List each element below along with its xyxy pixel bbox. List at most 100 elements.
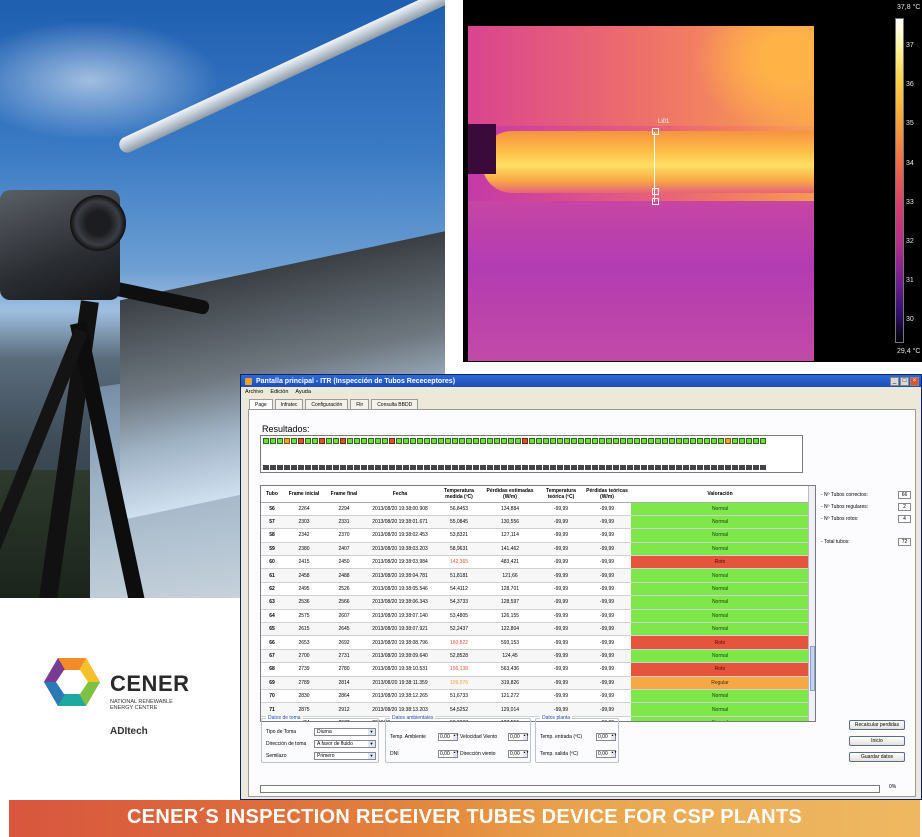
table-row[interactable]: 60 2415 2450 2013/08/20 19:38:03.984 142,365… bbox=[261, 555, 809, 570]
dni-input[interactable]: 0,00 ▲▼ bbox=[438, 750, 459, 758]
temp-salida-input[interactable]: 0,00 ▲▼ bbox=[596, 750, 617, 758]
table-row[interactable]: 71 2875 2912 2013/08/20 19:38:13.203 54,5252… bbox=[261, 702, 809, 717]
col-header[interactable]: Frame inicial bbox=[283, 486, 325, 503]
menu-archivo[interactable]: Archivo bbox=[245, 389, 263, 395]
col-header[interactable]: Fecha bbox=[363, 486, 437, 503]
table-row[interactable]: 59 2380 2407 2013/08/20 19:38:03.203 58,9631… bbox=[261, 542, 809, 557]
tube-status-strip bbox=[260, 435, 803, 473]
col-header[interactable]: Valoración bbox=[631, 486, 809, 503]
tube-tick bbox=[473, 465, 479, 470]
stat-regulares: - Nº Tubos regulares: 2 bbox=[821, 502, 911, 511]
stat-value: 4 bbox=[898, 514, 911, 523]
valoracion-cell: Normal bbox=[631, 609, 809, 624]
tube-tick bbox=[669, 465, 675, 470]
col-header[interactable]: Temperatura medida (ºC) bbox=[437, 486, 481, 503]
tipo-toma-select[interactable]: Diurna ▼ bbox=[314, 728, 376, 736]
temp-ambiente-input[interactable]: 0,00 ▲▼ bbox=[438, 733, 459, 741]
tube-tick bbox=[445, 465, 451, 470]
table-row[interactable]: 56 2264 2294 2013/08/20 19:38:00.908 56,8453… bbox=[261, 502, 809, 516]
valoracion-cell: Normal bbox=[631, 689, 809, 704]
tube-tick bbox=[697, 465, 703, 470]
close-button[interactable]: × bbox=[910, 376, 919, 386]
table-cell: 56,8453 bbox=[437, 502, 481, 516]
tube-status-cell bbox=[543, 438, 549, 444]
velocidad-viento-input[interactable]: 0,00 ▲▼ bbox=[508, 733, 529, 741]
tube-status-cell bbox=[326, 438, 332, 444]
tube-tick bbox=[592, 465, 598, 470]
table-row[interactable]: 66 2653 2692 2013/08/20 19:38:08.796 160,822… bbox=[261, 635, 809, 650]
tab-configuracion[interactable]: Configuración bbox=[305, 399, 349, 409]
table-cell: -99,99 bbox=[539, 676, 583, 690]
tube-status-cell bbox=[536, 438, 542, 444]
guardar-button[interactable]: Guardar datos bbox=[849, 752, 905, 762]
scrollbar-thumb[interactable] bbox=[810, 646, 815, 691]
table-row[interactable]: 69 2789 2814 2013/08/20 19:38:11.359 109,076… bbox=[261, 676, 809, 690]
direccion-toma-select[interactable]: A favor de fluido ▼ bbox=[314, 740, 376, 748]
cener-subtitle: ENERGY CENTRE bbox=[110, 705, 158, 711]
tab-flir[interactable]: Flir bbox=[350, 399, 370, 409]
table-cell: 2331 bbox=[325, 515, 363, 530]
menu-ayuda[interactable]: Ayuda bbox=[295, 389, 311, 395]
spinner-icon[interactable]: ▲▼ bbox=[453, 751, 459, 757]
table-cell: 2013/08/20 19:38:02.453 bbox=[363, 528, 437, 543]
spinner-icon[interactable]: ▲▼ bbox=[523, 751, 529, 757]
table-row[interactable]: 65 2615 2645 2013/08/20 19:38:07.921 52,2437… bbox=[261, 622, 809, 637]
inicio-button[interactable]: Inicio bbox=[849, 736, 905, 746]
col-header[interactable]: Frame final bbox=[325, 486, 363, 503]
direccion-viento-input[interactable]: 0,00 ▲▼ bbox=[508, 750, 529, 758]
tube-status-cell bbox=[445, 438, 451, 444]
maximize-button[interactable]: □ bbox=[900, 376, 909, 386]
tube-tick bbox=[494, 465, 500, 470]
title-bar: Pantalla principal - ITR (Inspección de … bbox=[241, 375, 921, 387]
tube-status-cell bbox=[494, 438, 500, 444]
tab-consulta-bbdd[interactable]: Consulta BBDD bbox=[371, 399, 419, 409]
table-cell: 2739 bbox=[283, 662, 325, 677]
scale-tick: 32 bbox=[906, 238, 914, 245]
spinner-icon[interactable]: ▲▼ bbox=[523, 734, 529, 740]
app-window: Pantalla principal - ITR (Inspección de … bbox=[240, 374, 922, 800]
table-row[interactable]: 61 2458 2488 2013/08/20 19:38:04.781 51,8181… bbox=[261, 568, 809, 583]
menu-edicion[interactable]: Edición bbox=[270, 389, 288, 395]
table-row[interactable]: 62 2495 2526 2013/08/20 19:38:05.546 54,4112… bbox=[261, 582, 809, 597]
tube-tick bbox=[690, 465, 696, 470]
table-scrollbar[interactable] bbox=[808, 486, 815, 721]
tab-infratec[interactable]: Infratec bbox=[274, 399, 304, 409]
table-row[interactable]: 63 2536 2566 2013/08/20 19:38:06.343 54,3733… bbox=[261, 595, 809, 610]
col-header[interactable]: Temperatura teórica (ºC) bbox=[539, 486, 583, 503]
tube-tick bbox=[704, 465, 710, 470]
table-cell: 128,597 bbox=[481, 595, 539, 610]
recalcular-button[interactable]: Recalcular perdidas bbox=[849, 720, 905, 730]
results-table[interactable]: Tubo Frame inicial Frame final Fecha Tem… bbox=[260, 485, 816, 722]
tube-status-cell bbox=[284, 438, 290, 444]
table-row[interactable]: 64 2575 2607 2013/08/20 19:38:07.140 53,4805… bbox=[261, 609, 809, 624]
spinner-icon[interactable]: ▲▼ bbox=[611, 751, 617, 757]
tube-tick bbox=[375, 465, 381, 470]
tab-page[interactable]: Page bbox=[249, 399, 273, 409]
tube-tick bbox=[634, 465, 640, 470]
tube-status-cell bbox=[347, 438, 353, 444]
spinner-icon[interactable]: ▲▼ bbox=[453, 734, 459, 740]
col-header[interactable]: Tubo bbox=[261, 486, 283, 503]
table-row[interactable]: 70 2830 2864 2013/08/20 19:38:12.265 51,6733… bbox=[261, 689, 809, 704]
temp-entrada-input[interactable]: 0,00 ▲▼ bbox=[596, 733, 617, 741]
table-cell: -99,99 bbox=[539, 515, 583, 530]
table-cell: 2615 bbox=[283, 622, 325, 637]
table-row[interactable]: 68 2739 2780 2013/08/20 19:38:10.531 156,138… bbox=[261, 662, 809, 677]
col-header[interactable]: Pérdidas teóricas (W/m) bbox=[583, 486, 631, 503]
table-row[interactable]: 57 2303 2331 2013/08/20 19:38:01.671 55,0845… bbox=[261, 515, 809, 530]
tube-tick bbox=[585, 465, 591, 470]
table-row[interactable]: 67 2700 2731 2013/08/20 19:38:09.640 52,8528… bbox=[261, 649, 809, 664]
spinner-icon[interactable]: ▲▼ bbox=[611, 734, 617, 740]
table-row[interactable]: 58 2342 2370 2013/08/20 19:38:02.453 53,8321… bbox=[261, 528, 809, 543]
table-cell: 2780 bbox=[325, 662, 363, 677]
minimize-button[interactable]: _ bbox=[890, 376, 899, 386]
col-header[interactable]: Pérdidas estimadas (W/m) bbox=[481, 486, 539, 503]
valoracion-cell: Normal bbox=[631, 568, 809, 583]
chevron-down-icon: ▼ bbox=[368, 753, 375, 759]
table-cell: 128,701 bbox=[481, 582, 539, 597]
tube-tick bbox=[487, 465, 493, 470]
composite-image: Li01 37,8 °C 37 36 35 34 33 32 31 30 29,… bbox=[0, 0, 922, 837]
semilazo-select[interactable]: Primero ▼ bbox=[314, 752, 376, 760]
tube-status-cell bbox=[396, 438, 402, 444]
datos-planta-group: Datos planta Temp. entrada (ºC) 0,00 ▲▼ … bbox=[535, 715, 619, 763]
